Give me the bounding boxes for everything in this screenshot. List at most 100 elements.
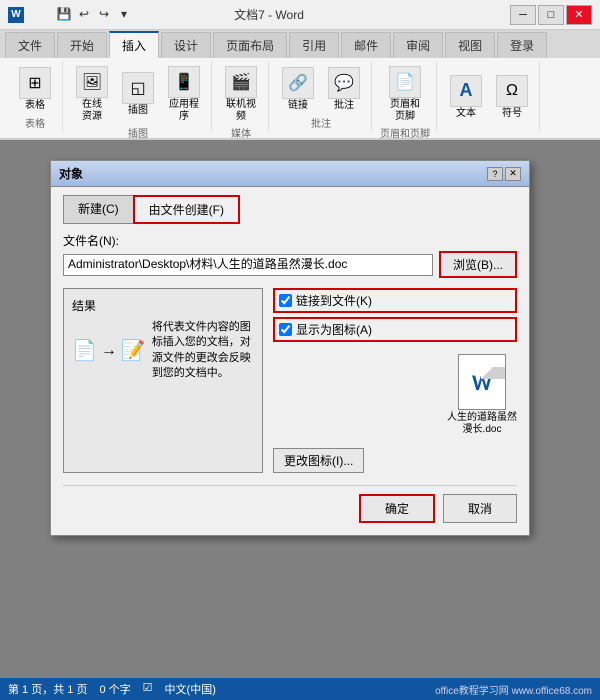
file-path-input[interactable]: Administrator\Desktop\材料\人生的道路虽然漫长.doc [63, 254, 433, 276]
btn-header-footer[interactable]: 📄 页眉和页脚 [384, 64, 426, 125]
undo-quick-btn[interactable]: ↩ [75, 5, 93, 23]
btn-symbol[interactable]: Ω 符号 [491, 73, 533, 122]
ribbon-content: ⊞ 表格 表格 🖼 在线资源 ◱ 插图 📱 应用程序 [0, 58, 600, 138]
comment-label: 批注 [334, 100, 354, 112]
table-label: 表格 [25, 100, 45, 112]
text-label: 文本 [456, 108, 476, 120]
word-icon-area: W 人生的道路虽然漫长.doc [447, 354, 517, 436]
close-button[interactable]: ✕ [566, 5, 592, 25]
word-doc-filename: 人生的道路虽然漫长.doc [447, 412, 517, 436]
header-footer-icon: 📄 [389, 66, 421, 98]
result-content: 📄 → 📝 将代表文件内容的图标插入您的文档，对源文件的更改会反映到您的文档中。 [72, 320, 254, 382]
tab-from-file[interactable]: 由文件创建(F) [133, 195, 240, 224]
link-to-file-label: 链接到文件(K) [296, 292, 372, 309]
page-info: 第 1 页，共 1 页 [8, 681, 87, 697]
more-quick-btn[interactable]: ▾ [115, 5, 133, 23]
group-text-items: A 文本 Ω 符号 [445, 64, 533, 130]
minimize-button[interactable]: ─ [510, 5, 536, 25]
site-label: office教程学习网 [435, 686, 509, 697]
change-icon-button[interactable]: 更改图标(I)... [273, 448, 364, 473]
group-tables-label: 表格 [25, 115, 45, 130]
tab-references[interactable]: 引用 [289, 32, 339, 58]
video-label: 联机视频 [226, 99, 256, 123]
result-label: 结果 [72, 297, 254, 314]
link-checkbox-row: 链接到文件(K) [273, 288, 517, 313]
group-illustrations-items: 🖼 在线资源 ◱ 插图 📱 应用程序 [71, 64, 205, 125]
dialog-help-btn[interactable]: ? [487, 167, 503, 181]
btn-online-resources[interactable]: 🖼 在线资源 [71, 64, 113, 125]
status-bar: 第 1 页，共 1 页 0 个字 ☑ 中文(中国) office教程学习网 ww… [0, 678, 600, 700]
tab-home[interactable]: 开始 [57, 32, 107, 58]
dialog-tabs: 新建(C) 由文件创建(F) [63, 195, 517, 224]
dialog-close-btn[interactable]: ✕ [505, 167, 521, 181]
group-links-label: 批注 [311, 115, 331, 130]
browse-button[interactable]: 浏览(B)... [439, 251, 517, 278]
word-count: 0 个字 [99, 681, 130, 697]
tab-design[interactable]: 设计 [161, 32, 211, 58]
video-icon: 🎬 [225, 66, 257, 98]
title-bar: W 💾 ↩ ↪ ▾ 文档7 - Word ─ □ ✕ [0, 0, 600, 30]
btn-apps[interactable]: 📱 应用程序 [163, 64, 205, 125]
group-header-label: 页眉和页脚 [380, 125, 430, 140]
app-icon: W [8, 7, 24, 23]
dialog-body: 新建(C) 由文件创建(F) 文件名(N): Administrator\Des… [51, 187, 529, 535]
btn-table[interactable]: ⊞ 表格 [14, 65, 56, 114]
tab-mailings[interactable]: 邮件 [341, 32, 391, 58]
group-tables: ⊞ 表格 表格 [8, 62, 63, 132]
result-description: 将代表文件内容的图标插入您的文档，对源文件的更改会反映到您的文档中。 [152, 320, 254, 382]
website: www.office68.com [512, 686, 592, 697]
redo-quick-btn[interactable]: ↪ [95, 5, 113, 23]
group-text: A 文本 Ω 符号 [439, 62, 540, 132]
tab-file[interactable]: 文件 [5, 32, 55, 58]
dialog-title-bar: 对象 ? ✕ [51, 161, 529, 187]
link-to-file-checkbox[interactable] [279, 294, 292, 307]
result-box: 结果 📄 → 📝 将代表文件内容的图标插入您的文档，对源文件的更改会反映到您的文… [63, 288, 263, 473]
filename-row: 文件名(N): Administrator\Desktop\材料\人生的道路虽然… [63, 232, 517, 278]
btn-text[interactable]: A 文本 [445, 73, 487, 122]
dialog-footer: 确定 取消 [63, 485, 517, 523]
group-illustrations-label: 插图 [128, 125, 148, 140]
shapes-icon: ◱ [122, 72, 154, 104]
online-resources-icon: 🖼 [76, 66, 108, 98]
text-icon: A [450, 75, 482, 107]
link-icon: 🔗 [282, 67, 314, 99]
btn-shapes[interactable]: ◱ 插图 [117, 70, 159, 119]
tab-login[interactable]: 登录 [497, 32, 547, 58]
btn-link[interactable]: 🔗 链接 [277, 65, 319, 114]
cancel-button[interactable]: 取消 [443, 494, 517, 523]
window-controls: ─ □ ✕ [510, 5, 592, 25]
tab-view[interactable]: 视图 [445, 32, 495, 58]
group-links: 🔗 链接 💬 批注 批注 [271, 62, 372, 132]
btn-comment[interactable]: 💬 批注 [323, 65, 365, 114]
comment-icon: 💬 [328, 67, 360, 99]
save-quick-btn[interactable]: 💾 [55, 5, 73, 23]
header-footer-label: 页眉和页脚 [390, 99, 420, 123]
word-icon-letter: W [472, 369, 492, 396]
group-header-footer: 📄 页眉和页脚 页眉和页脚 [374, 62, 437, 132]
show-as-icon-checkbox[interactable] [279, 323, 292, 336]
show-as-icon-label: 显示为图标(A) [296, 321, 372, 338]
word-doc-preview-icon: W [458, 354, 506, 410]
group-links-items: 🔗 链接 💬 批注 [277, 64, 365, 115]
options-area: 链接到文件(K) 显示为图标(A) W 人生的道路虽然漫长.doc 更改图标(I… [273, 288, 517, 473]
symbol-label: 符号 [502, 108, 522, 120]
link-label: 链接 [288, 100, 308, 112]
language: 中文(中国) [165, 681, 216, 697]
online-resources-label: 在线资源 [82, 99, 102, 123]
tab-review[interactable]: 审阅 [393, 32, 443, 58]
status-left: 第 1 页，共 1 页 0 个字 ☑ 中文(中国) [8, 681, 216, 697]
filename-label: 文件名(N): [63, 232, 517, 249]
tab-new[interactable]: 新建(C) [63, 195, 134, 224]
group-header-items: 📄 页眉和页脚 [384, 64, 426, 125]
tab-insert[interactable]: 插入 [109, 31, 159, 58]
tab-layout[interactable]: 页面布局 [213, 32, 287, 58]
shapes-label: 插图 [128, 105, 148, 117]
dialog-title-text: 对象 [59, 165, 83, 182]
group-illustrations: 🖼 在线资源 ◱ 插图 📱 应用程序 插图 [65, 62, 212, 132]
btn-video[interactable]: 🎬 联机视频 [220, 64, 262, 125]
apps-label: 应用程序 [169, 99, 199, 123]
ribbon-tabs: 文件 开始 插入 设计 页面布局 引用 邮件 审阅 视图 登录 [0, 30, 600, 58]
symbol-icon: Ω [496, 75, 528, 107]
restore-button[interactable]: □ [538, 5, 564, 25]
ok-button[interactable]: 确定 [359, 494, 435, 523]
